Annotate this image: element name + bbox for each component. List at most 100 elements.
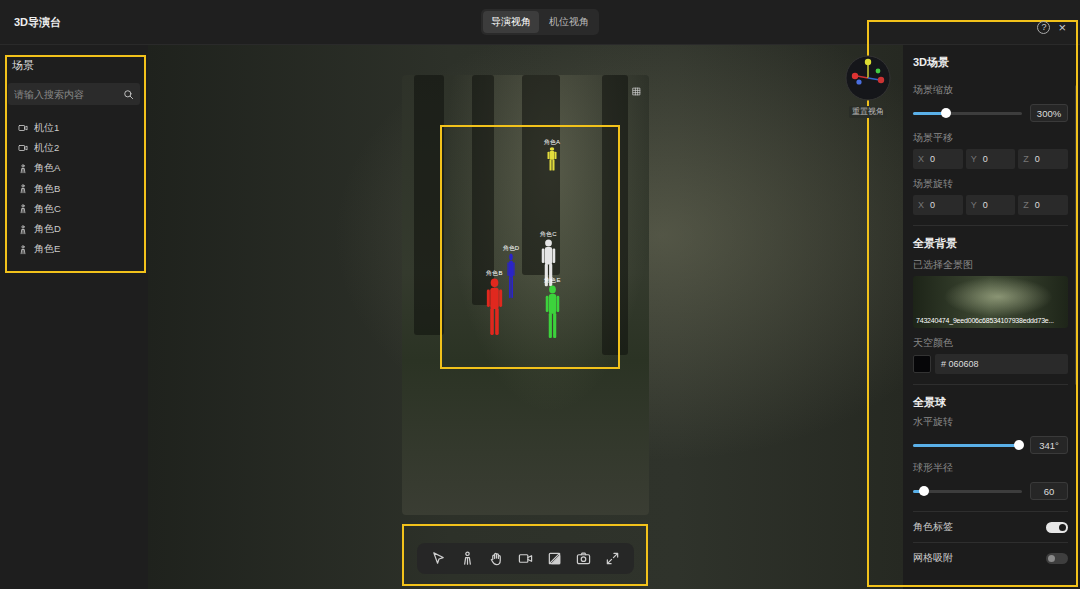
scene-item[interactable]: 机位1 [8, 118, 140, 138]
hand-icon[interactable] [489, 551, 504, 566]
hex-input[interactable]: # 060608 [935, 354, 1068, 374]
search-input[interactable] [14, 89, 119, 100]
panorama-thumbnail[interactable]: 743240474_9eed006c68534107938eddd73e... [913, 276, 1068, 328]
field-label: 球形半径 [913, 461, 1068, 475]
spacer [913, 252, 1068, 258]
tree-trunk [414, 75, 444, 335]
axis-value: 0 [1035, 154, 1040, 164]
figure-label: 角色E [544, 277, 560, 284]
character-figure[interactable]: 角色B [476, 270, 513, 336]
person-icon [18, 245, 28, 255]
toggle-switch[interactable] [1046, 553, 1068, 564]
spacer [913, 374, 1068, 384]
slider-value[interactable]: 60 [1030, 482, 1068, 500]
annotation-box [402, 524, 648, 586]
field-label: 场景缩放 [913, 83, 1068, 97]
camera-icon[interactable] [518, 551, 533, 566]
panorama-filename: 743240474_9eed006c68534107938eddd73e... [916, 317, 1066, 324]
expand-icon[interactable] [605, 551, 620, 566]
axis-label: Y [971, 200, 977, 210]
annotation-box [867, 20, 1078, 587]
toggle-label: 网格吸附 [913, 552, 953, 565]
top-bar: 3D导演台导演视角机位视角?× [0, 0, 1080, 45]
scene-item-label: 机位1 [34, 122, 59, 135]
spacer [913, 328, 1068, 336]
toggle-switch[interactable] [1046, 522, 1068, 533]
scene-list: 机位1 机位2 角色A 角色B 角色C 角色D角色E [8, 118, 140, 260]
figure-body-icon [486, 278, 503, 336]
xyz-inputs: X0Y0Z0 [913, 195, 1068, 215]
toggle-row: 网格吸附 [913, 543, 1068, 573]
figure-label: 角色C [540, 231, 556, 238]
app-title: 3D导演台 [14, 15, 481, 30]
slider-fill [913, 444, 1019, 447]
character-figure[interactable]: 角色A [537, 139, 567, 171]
spacer [913, 215, 1068, 225]
tree-trunk [522, 75, 560, 275]
field-label: 水平旋转 [913, 415, 1068, 429]
section-title: 3D场景 [913, 53, 1068, 71]
person-icon[interactable] [460, 551, 475, 566]
number-input[interactable]: Z0 [1018, 195, 1068, 215]
reset-view-button[interactable]: 重置视角 [849, 106, 887, 118]
slider-knob[interactable] [941, 108, 951, 118]
scrollbar[interactable] [1075, 85, 1078, 385]
color-swatch[interactable] [913, 355, 931, 373]
tree-trunk [602, 75, 628, 355]
character-figure[interactable]: 角色E [535, 277, 570, 339]
window-controls: ?× [599, 11, 1066, 34]
scene-item[interactable]: 角色E [8, 240, 140, 260]
search-box [8, 83, 140, 105]
scene-item[interactable]: 机位2 [8, 138, 140, 158]
view-tab[interactable]: 机位视角 [541, 11, 597, 33]
slider-track[interactable] [913, 490, 1022, 493]
slider-value[interactable]: 300% [1030, 104, 1068, 122]
scene-item[interactable]: 角色D [8, 219, 140, 239]
frame-icon[interactable] [547, 551, 562, 566]
axis-label: Y [971, 154, 977, 164]
number-input[interactable]: X0 [913, 195, 963, 215]
person-icon [18, 225, 28, 235]
help-button[interactable]: ? [1037, 21, 1050, 34]
axis-label: Z [1023, 200, 1029, 210]
number-input[interactable]: Y0 [966, 195, 1016, 215]
slider-row: 60 [913, 481, 1068, 501]
annotation-layer [0, 0, 1080, 589]
panel-title: 场景 [8, 59, 140, 71]
search-icon[interactable] [123, 89, 134, 100]
close-button[interactable]: × [1058, 21, 1066, 34]
slider-track[interactable] [913, 112, 1022, 115]
slider-knob[interactable] [919, 486, 929, 496]
slider-knob[interactable] [1014, 440, 1024, 450]
field-label: 场景旋转 [913, 177, 1068, 191]
scene-item[interactable]: 角色A [8, 159, 140, 179]
slider-track[interactable] [913, 444, 1022, 447]
photo-camera-icon[interactable] [576, 551, 591, 566]
number-input[interactable]: X0 [913, 149, 963, 169]
spacer [913, 123, 1068, 131]
figure-body-icon [547, 147, 557, 171]
number-input[interactable]: Z0 [1018, 149, 1068, 169]
axis-label: X [918, 154, 924, 164]
scene-item-label: 角色C [34, 203, 61, 216]
camera-icon [18, 123, 28, 133]
section-title: 全景球 [913, 393, 1068, 411]
person-icon [18, 184, 28, 194]
spacer [913, 411, 1068, 415]
cursor-icon[interactable] [431, 551, 446, 566]
orientation-gizmo-icon[interactable] [845, 55, 891, 101]
xyz-inputs: X0Y0Z0 [913, 149, 1068, 169]
number-input[interactable]: Y0 [966, 149, 1016, 169]
scene-item[interactable]: 角色C [8, 199, 140, 219]
axis-value: 0 [983, 154, 988, 164]
annotation-box [5, 55, 146, 273]
scene-viewport[interactable]: 角色A角色D角色C角色B角色E [402, 75, 649, 515]
slider-value[interactable]: 341° [1030, 436, 1068, 454]
scene-item-label: 角色B [34, 183, 60, 196]
axis-value: 0 [930, 200, 935, 210]
view-tab[interactable]: 导演视角 [483, 11, 539, 33]
scene-item-label: 机位2 [34, 142, 59, 155]
grid-icon[interactable] [632, 87, 641, 96]
figure-body-icon [507, 253, 515, 299]
scene-item[interactable]: 角色B [8, 179, 140, 199]
